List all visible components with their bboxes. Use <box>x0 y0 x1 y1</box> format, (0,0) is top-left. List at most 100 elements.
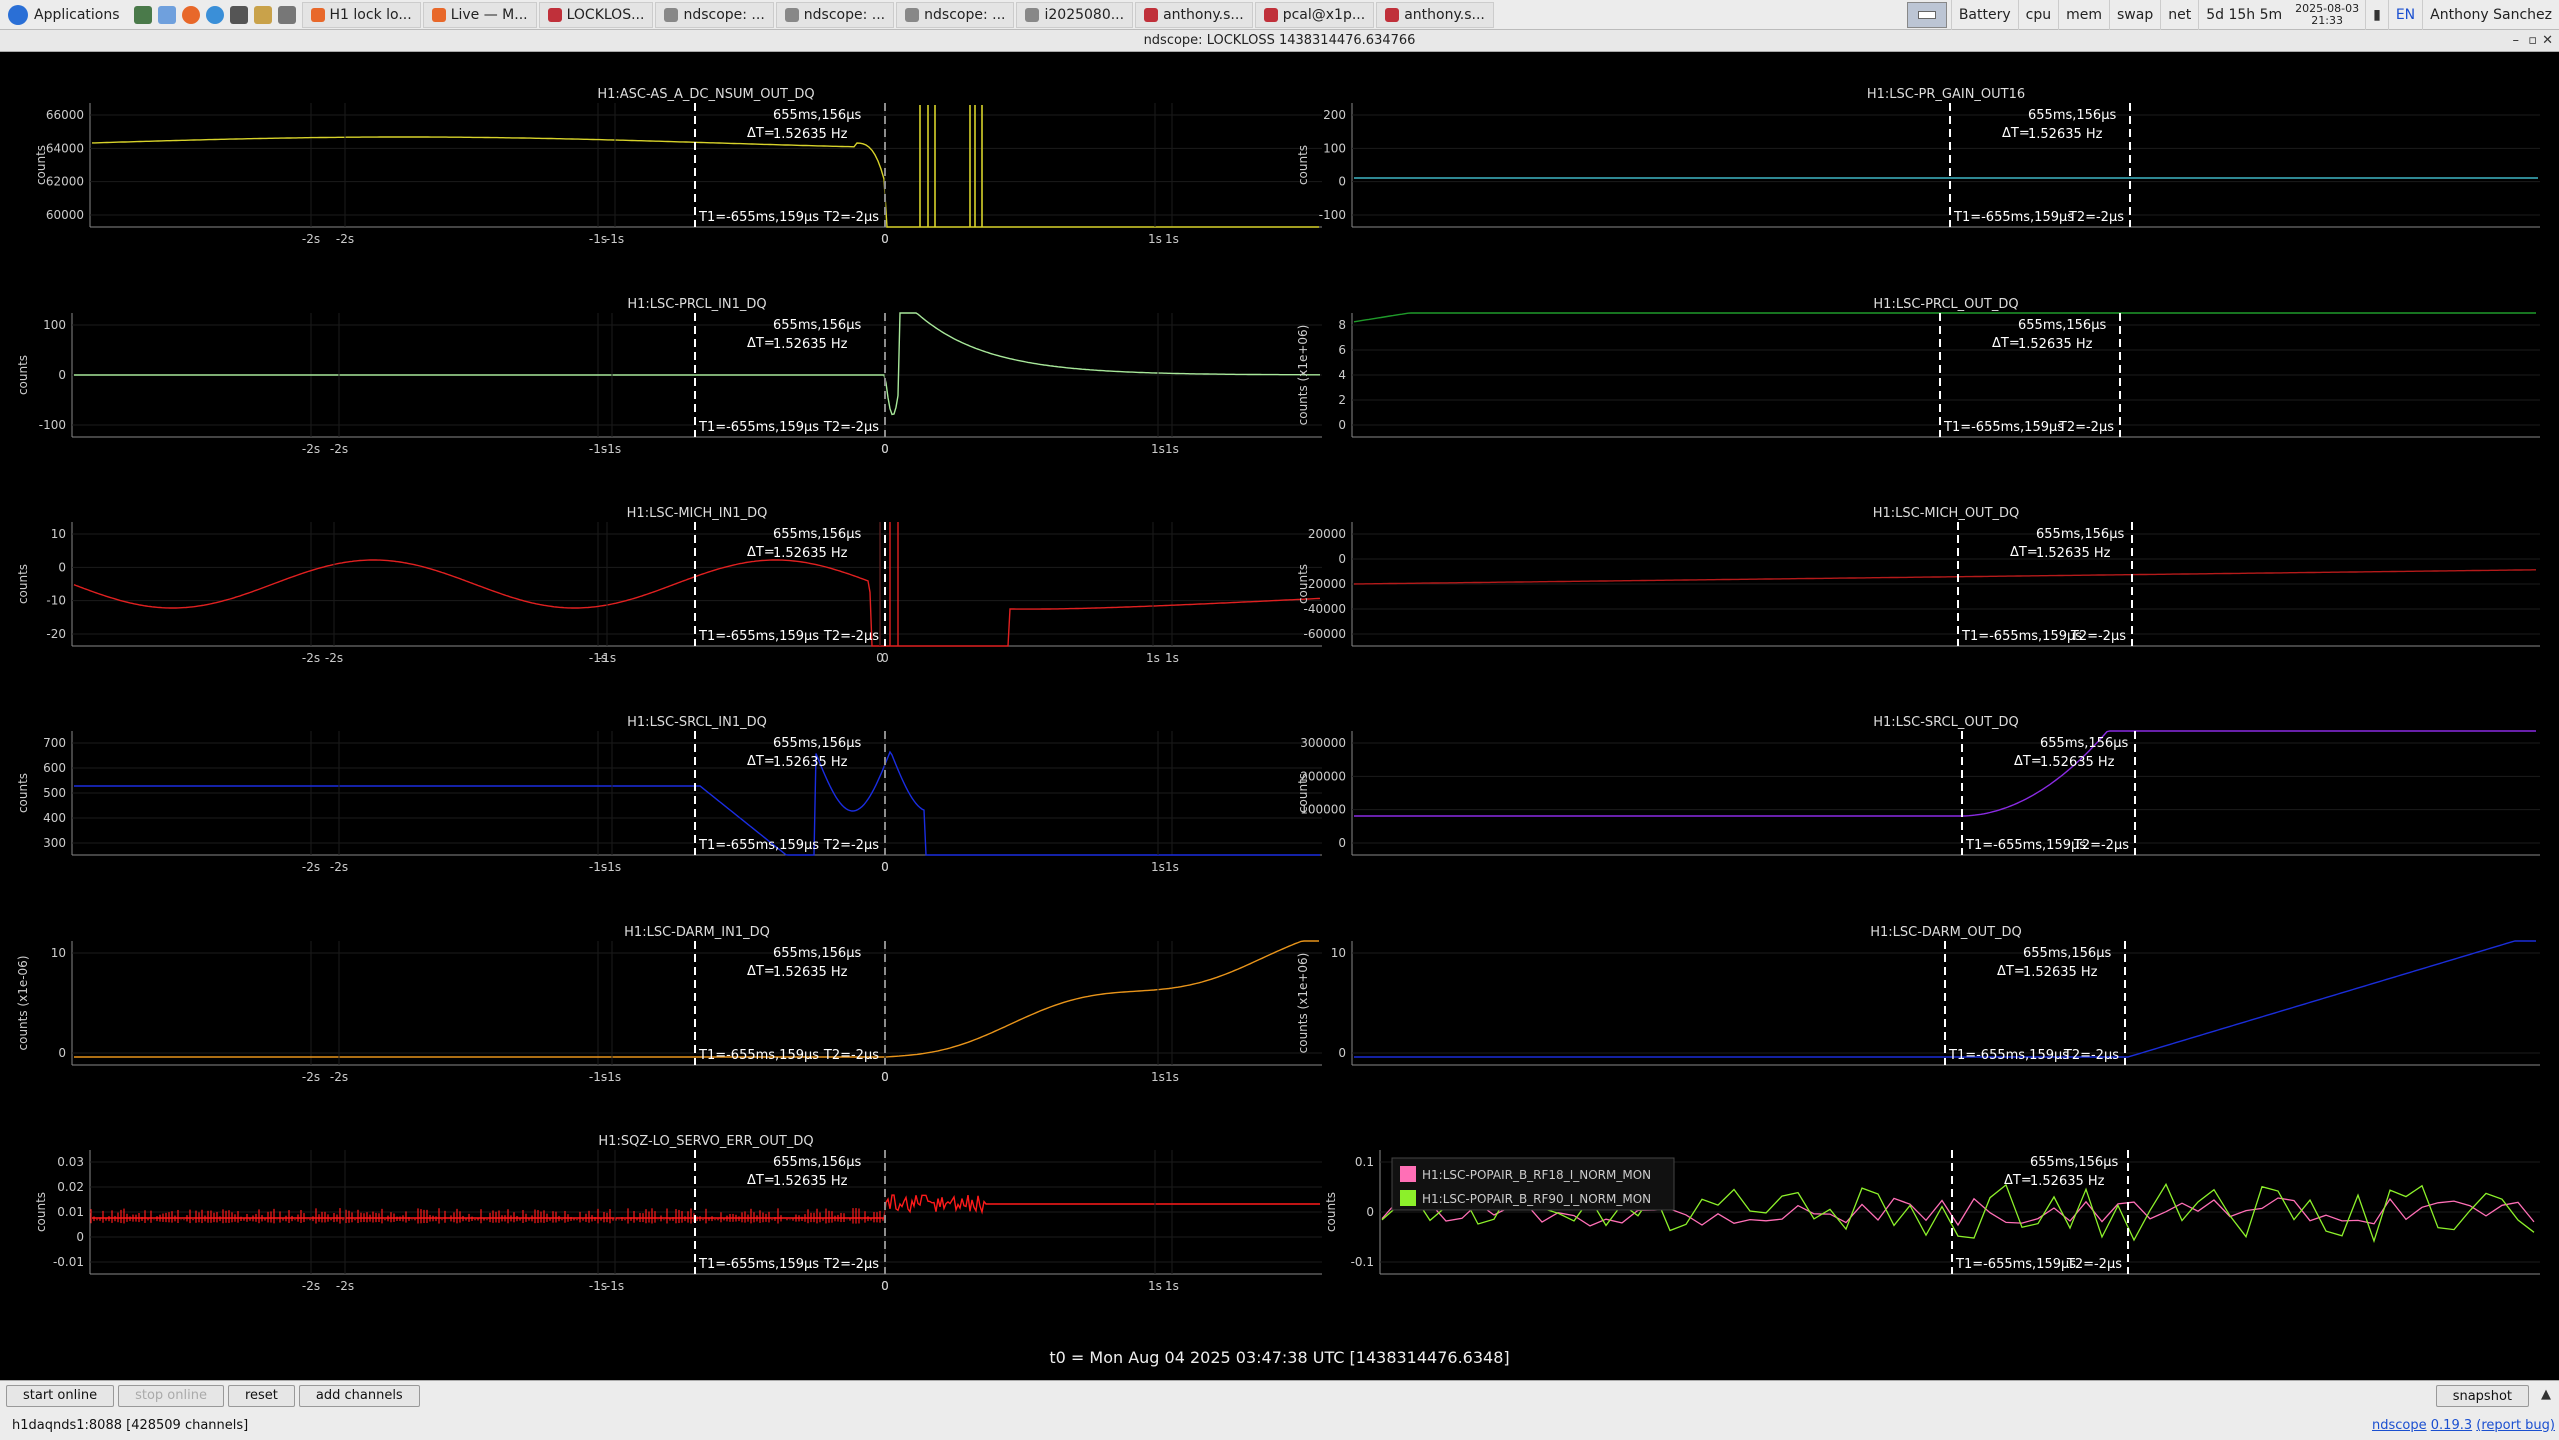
report-bug-link[interactable]: (report bug) <box>2476 1418 2555 1433</box>
taskbar-task[interactable]: anthony.s... <box>1376 1 1494 28</box>
taskbar-task[interactable]: LOCKLOS... <box>538 1 654 28</box>
add-channels-button[interactable]: add channels <box>298 1384 420 1407</box>
tray-cpu-monitor[interactable]: cpu <box>2017 0 2058 30</box>
tray-mem-monitor[interactable]: mem <box>2058 0 2109 30</box>
x-tick-label: -2s <box>302 232 320 246</box>
taskbar-task[interactable]: ndscope: ... <box>896 1 1015 28</box>
plot-title: H1:LSC-DARM_IN1_DQ <box>624 925 770 940</box>
tray-Battery-monitor[interactable]: Battery <box>1950 0 2018 30</box>
chrome-launcher-icon[interactable] <box>205 5 224 24</box>
task-app-icon <box>547 7 562 22</box>
applications-menu[interactable]: Applications <box>0 0 128 30</box>
cursor-t1-label: T1=-655ms,159μs <box>698 1257 819 1272</box>
taskbar: Applications H1 lock lo... Live — M... LOC… <box>0 0 2559 30</box>
files-launcher-icon[interactable] <box>157 5 176 24</box>
tray-net-monitor[interactable]: net <box>2160 0 2198 30</box>
cursor-dt-label: ΔT= <box>2014 754 2042 769</box>
active-window-indicator[interactable] <box>1906 1 1947 28</box>
plot-panel[interactable]: H1:LSC-DARM_IN1_DQ 10 0 -2s -1s 0 1s counts (x1… <box>16 925 1322 1084</box>
x-tick-label: 1s <box>1146 651 1160 665</box>
expand-arrow-icon[interactable]: ▲ <box>2541 1387 2551 1402</box>
taskbar-task[interactable]: H1 lock lo... <box>301 1 421 28</box>
y-tick-label: 10 <box>51 946 66 960</box>
clock[interactable]: 2025-08-03 21:33 <box>2289 2 2365 27</box>
cursor-t2-label: T2=-2μs <box>2058 420 2114 435</box>
taskbar-task[interactable]: ndscope: ... <box>655 1 774 28</box>
task-app-icon <box>664 7 679 22</box>
maximize-icon[interactable]: ▫ <box>2528 30 2537 52</box>
x-tick-label: -2s <box>302 651 320 665</box>
user-name[interactable]: Anthony Sanchez <box>2422 0 2559 30</box>
cursor-t2-label: T2=-2μs <box>823 420 879 435</box>
taskbar-task[interactable]: Live — M... <box>422 1 537 28</box>
y-axis-label: counts (x1e-06) <box>16 955 30 1050</box>
x-tick-label: 0 <box>881 1279 889 1293</box>
tray-swap-monitor[interactable]: swap <box>2109 0 2160 30</box>
y-tick-label: -20 <box>46 627 66 641</box>
x-tick-label: 0 <box>876 651 884 665</box>
taskbar-task[interactable]: pcal@x1p... <box>1254 1 1375 28</box>
snapshot-button[interactable]: snapshot <box>2435 1385 2529 1407</box>
lang-indicator[interactable]: EN <box>2387 0 2422 30</box>
x-tick-label: 0 <box>881 1070 889 1084</box>
task-app-icon <box>1385 7 1400 22</box>
plot-panel[interactable]: H1:LSC-PRCL_IN1_DQ 100 0 -100 -2s -1s 0 1s count… <box>16 297 1322 456</box>
y-tick-label: 64000 <box>46 141 84 155</box>
close-icon[interactable]: ✕ <box>2542 30 2553 52</box>
x-tick-label: -2s <box>336 1279 354 1293</box>
cursor-frequency: 1.52635 Hz <box>773 965 848 980</box>
taskbar-task[interactable]: i2025080... <box>1016 1 1134 28</box>
plot-legend: H1:LSC-POPAIR_B_RF18_I_NORM_MON H1:LSC-PO… <box>1391 1157 1675 1211</box>
x-tick-label: 1s <box>1165 442 1179 456</box>
plot-panel[interactable]: H1:ASC-AS_A_DC_NSUM_OUT_DQ 66000 64000 6200… <box>34 87 1322 246</box>
plot-title: H1:LSC-PRCL_OUT_DQ <box>1873 297 2018 312</box>
y-tick-label: -0.01 <box>53 1255 84 1269</box>
plot-title: H1:LSC-PRCL_IN1_DQ <box>627 297 766 312</box>
battery-icon[interactable]: ▮ <box>2365 0 2388 30</box>
task-label: pcal@x1p... <box>1282 6 1366 23</box>
taskbar-task[interactable]: anthony.s... <box>1135 1 1253 28</box>
x-tick-label: 1s <box>1151 442 1165 456</box>
cursor-t1-label: T1=-655ms,159μs <box>698 210 819 225</box>
plot-panel[interactable]: H1:LSC-MICH_IN1_DQ 10 0 -10 -20 -2s -1s 0 1s coun… <box>16 506 1322 665</box>
share-launcher-icon[interactable] <box>229 5 248 24</box>
cursor-t2-label: T2=-2μs <box>823 838 879 853</box>
y-tick-label: 100 <box>43 318 66 332</box>
cursor-frequency: 1.52635 Hz <box>773 127 848 142</box>
y-tick-label: 0.01 <box>57 1205 84 1219</box>
plot-area: H1:ASC-AS_A_DC_NSUM_OUT_DQ 66000 64000 6200… <box>0 53 2559 1380</box>
control-bar: start online stop online reset add chann… <box>0 1380 2559 1410</box>
editor-launcher-icon[interactable] <box>277 5 296 24</box>
plot-canvas[interactable]: H1:ASC-AS_A_DC_NSUM_OUT_DQ66000640006200… <box>0 53 2559 1380</box>
y-tick-label: 0 <box>58 368 66 382</box>
reset-button[interactable]: reset <box>227 1384 295 1407</box>
terminal-launcher-icon[interactable] <box>133 5 152 24</box>
plot-panel[interactable]: H1:SQZ-LO_SERVO_ERR_OUT_DQ 0.03 0.02 0.01 0 -… <box>34 1134 1322 1293</box>
ndscope-link[interactable]: ndscope <box>2372 1418 2427 1433</box>
x-tick-label: 1s <box>1148 232 1162 246</box>
minimize-icon[interactable]: – <box>2513 30 2520 52</box>
cursor-frequency: 1.52635 Hz <box>773 546 848 561</box>
channel-count: [428509 channels] <box>126 1417 249 1433</box>
cursor-t2-label: T2=-2μs <box>2066 1257 2122 1272</box>
x-tick-label: -2s <box>302 1070 320 1084</box>
legend-label: H1:LSC-POPAIR_B_RF90_I_NORM_MON <box>1422 1192 1651 1206</box>
x-tick-label: -1s <box>603 442 621 456</box>
cursor-dt-value: 655ms,156μs <box>2040 736 2128 751</box>
cursor-frequency: 1.52635 Hz <box>2040 755 2115 770</box>
firefox-launcher-icon[interactable] <box>181 5 200 24</box>
y-tick-label: -60000 <box>1303 627 1346 641</box>
plot-panel[interactable]: H1:LSC-SRCL_IN1_DQ 700 600 500 400 300 -2s -1s 0… <box>16 715 1322 874</box>
taskbar-task[interactable]: ndscope: ... <box>775 1 895 28</box>
cursor-t1-label: T1=-655ms,159μs <box>698 629 819 644</box>
task-label: H1 lock lo... <box>329 6 412 23</box>
x-tick-label: -2s <box>302 860 320 874</box>
cursor-dt-label: ΔT= <box>747 336 775 351</box>
cursor-t1-label: T1=-655ms,159μs <box>1953 210 2074 225</box>
start-online-button[interactable]: start online <box>6 1384 115 1407</box>
settings-launcher-icon[interactable] <box>253 5 272 24</box>
version-link[interactable]: 0.19.3 <box>2431 1418 2472 1433</box>
task-label: ndscope: ... <box>683 6 765 23</box>
version-info: ndscope 0.19.3 (report bug) <box>2372 1418 2555 1433</box>
task-app-icon <box>1263 7 1278 22</box>
